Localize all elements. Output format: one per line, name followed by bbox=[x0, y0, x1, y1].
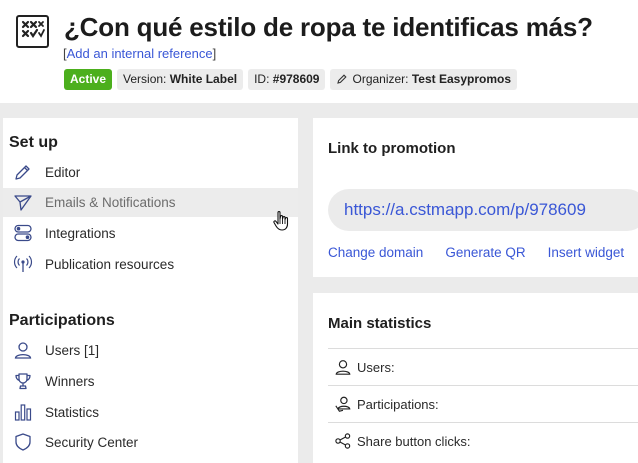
sidebar-item-statistics[interactable]: Statistics bbox=[3, 398, 298, 427]
organizer-value: Test Easypromos bbox=[411, 72, 512, 86]
link-to-promotion-panel: Link to promotion https://a.cstmapp.com/… bbox=[313, 118, 638, 277]
participations-section-title: Participations bbox=[9, 312, 115, 329]
link-actions: Change domain Generate QR Insert widget bbox=[328, 245, 624, 260]
add-internal-reference-link[interactable]: Add an internal reference bbox=[67, 46, 213, 61]
internal-reference: [Add an internal reference] bbox=[63, 46, 216, 61]
stat-label: Participations: bbox=[357, 396, 439, 412]
pencil-icon bbox=[13, 162, 33, 182]
pencil-icon bbox=[337, 74, 348, 84]
promotion-url-link[interactable]: https://a.cstmapp.com/p/978609 bbox=[344, 200, 586, 220]
sidebar-item-winners[interactable]: Winners bbox=[3, 367, 298, 396]
sidebar-item-emails-notifications[interactable]: Emails & Notifications bbox=[3, 188, 298, 217]
change-domain-link[interactable]: Change domain bbox=[328, 245, 423, 260]
promotion-url-field[interactable]: https://a.cstmapp.com/p/978609 bbox=[328, 189, 638, 231]
sidebar-item-label: Security Center bbox=[45, 435, 139, 450]
version-badge: Version: White Label bbox=[117, 69, 244, 90]
id-label: ID: bbox=[254, 72, 270, 86]
stat-row-participations: Participations: bbox=[328, 385, 638, 422]
promotion-logo-icon bbox=[16, 15, 49, 48]
organizer-badge: Organizer: Test Easypromos bbox=[330, 69, 518, 90]
promotion-badges: Active Version: White Label ID: #978609 … bbox=[64, 69, 518, 90]
version-value: White Label bbox=[169, 72, 238, 86]
page-title: ¿Con qué estilo de ropa te identificas m… bbox=[64, 12, 593, 42]
sidebar-item-label: Winners bbox=[45, 374, 95, 389]
generate-qr-link[interactable]: Generate QR bbox=[445, 245, 525, 260]
status-badge: Active bbox=[64, 69, 113, 90]
bar-chart-icon bbox=[13, 402, 33, 422]
organizer-label: Organizer: bbox=[352, 72, 409, 86]
header: ¿Con qué estilo de ropa te identificas m… bbox=[0, 0, 638, 103]
hand-cursor-icon bbox=[273, 210, 291, 237]
version-label: Version: bbox=[123, 72, 167, 86]
trophy-icon bbox=[13, 371, 33, 391]
user-icon bbox=[13, 340, 33, 360]
send-icon bbox=[13, 192, 33, 212]
sidebar-item-label: Integrations bbox=[45, 226, 116, 241]
sidebar-item-publication-resources[interactable]: Publication resources bbox=[3, 250, 298, 279]
toggles-icon bbox=[13, 223, 33, 243]
participations-icon bbox=[333, 394, 353, 414]
stat-row-users: Users: bbox=[328, 348, 638, 385]
sidebar-item-label: Users [1] bbox=[45, 343, 100, 358]
shield-icon bbox=[13, 432, 33, 452]
sidebar-item-editor[interactable]: Editor bbox=[3, 158, 298, 187]
user-icon bbox=[333, 357, 353, 377]
sidebar-item-label: Emails & Notifications bbox=[45, 195, 176, 210]
share-icon bbox=[333, 431, 353, 451]
sidebar-item-users[interactable]: Users [1] bbox=[3, 336, 298, 365]
main-statistics-panel: Main statistics Users: Participations: S… bbox=[313, 293, 638, 463]
id-value: #978609 bbox=[272, 72, 320, 86]
sidebar-item-integrations[interactable]: Integrations bbox=[3, 219, 298, 248]
stat-label: Users: bbox=[357, 359, 395, 375]
id-badge: ID: #978609 bbox=[248, 69, 326, 90]
broadcast-icon bbox=[13, 254, 33, 274]
sidebar-item-label: Statistics bbox=[45, 405, 100, 420]
sidebar-item-label: Editor bbox=[45, 165, 81, 180]
stat-label: Share button clicks: bbox=[357, 433, 471, 449]
sidebar: Set up Editor Emails & Notifications Int… bbox=[3, 118, 298, 463]
insert-widget-link[interactable]: Insert widget bbox=[548, 245, 625, 260]
link-panel-title: Link to promotion bbox=[328, 140, 456, 157]
stat-row-share-clicks: Share button clicks: bbox=[328, 422, 638, 459]
ref-bracket-close: ] bbox=[212, 46, 217, 61]
stats-panel-title: Main statistics bbox=[328, 315, 432, 332]
sidebar-item-security-center[interactable]: Security Center bbox=[3, 428, 298, 457]
setup-section-title: Set up bbox=[9, 134, 58, 151]
sidebar-item-label: Publication resources bbox=[45, 257, 175, 272]
